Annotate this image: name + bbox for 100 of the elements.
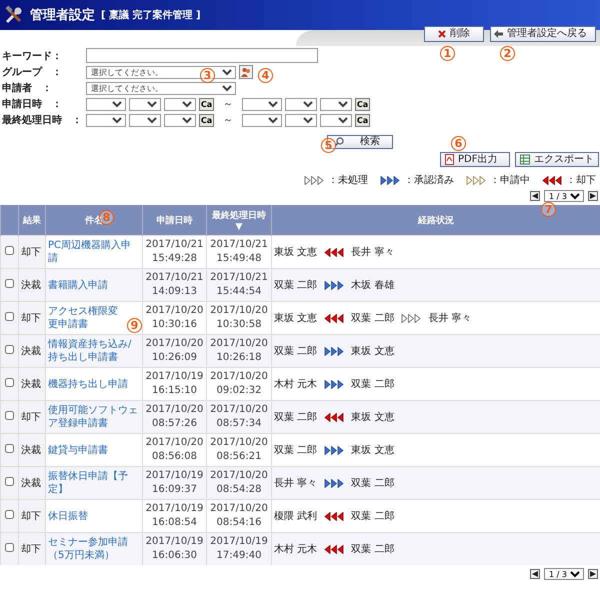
month-select[interactable]	[285, 114, 317, 126]
field-label: 申請者 ：	[2, 82, 53, 95]
field-label: 最終処理日時 ：	[2, 114, 83, 127]
table-cell: 却下	[18, 400, 46, 434]
table-cell: 2017/10/19 16:09:37	[142, 466, 206, 500]
page-subtitle: [ 稟議 完了案件管理 ]	[101, 8, 201, 22]
table-cell: 却下	[18, 236, 46, 268]
year-select[interactable]	[242, 98, 282, 110]
table-cell: 2017/10/20 10:26:18	[206, 334, 272, 368]
next-page-button[interactable]	[588, 191, 598, 201]
table-cell: 2017/10/20 08:54:28	[206, 466, 272, 500]
approver-name: 双葉 二郎	[274, 344, 318, 358]
month-select[interactable]	[285, 98, 317, 110]
row-checkbox[interactable]	[5, 510, 14, 519]
legend-label: ：申請中	[490, 174, 530, 187]
approver-name: 双葉 二郎	[351, 510, 394, 523]
day-select[interactable]	[164, 98, 196, 110]
month-select[interactable]	[129, 114, 161, 126]
row-checkbox[interactable]	[5, 477, 14, 486]
range-separator: ～	[222, 98, 234, 111]
header-cell: 申請日時	[142, 205, 206, 236]
field-label: グループ ：	[2, 65, 63, 79]
approver-name: 木坂 春雄	[351, 278, 394, 292]
month-select[interactable]	[129, 98, 161, 110]
page-select[interactable]: 1 / 3	[544, 568, 584, 580]
year-select[interactable]	[86, 114, 126, 126]
tools-icon	[4, 5, 24, 25]
day-select[interactable]	[320, 98, 352, 110]
day-select[interactable]	[164, 114, 196, 126]
row-checkbox[interactable]	[5, 543, 14, 552]
calendar-button[interactable]: Ca	[355, 114, 370, 126]
field-label: キーワード：	[2, 50, 63, 62]
callout-number: 6	[451, 136, 466, 151]
approver-name: 双葉 二郎	[274, 444, 318, 457]
spreadsheet-icon	[520, 154, 530, 165]
approver-name: 東坂 文恵	[351, 410, 394, 424]
table-cell: 2017/10/20 10:26:09	[142, 334, 206, 368]
year-select[interactable]	[242, 114, 282, 126]
callout-number: 1	[440, 46, 455, 61]
subject-link[interactable]: 休日振替	[48, 510, 140, 522]
approver-name: 東坂 文恵	[274, 312, 318, 325]
row-checkbox[interactable]	[5, 345, 14, 354]
callout-number: 7	[541, 202, 556, 217]
callout-number: 2	[500, 46, 515, 61]
approver-name: 双葉 二郎	[351, 378, 394, 391]
subject-link[interactable]: アクセス権限変更申請書	[48, 305, 127, 331]
approver-name: 木村 元木	[274, 542, 318, 556]
table-cell: 2017/10/19 16:06:30	[142, 532, 206, 565]
approver-name: 双葉 二郎	[351, 476, 394, 490]
previous-page-button[interactable]	[530, 191, 540, 201]
keyword-field[interactable]	[86, 48, 318, 63]
subject-link[interactable]: 鍵貸与申請書	[48, 444, 140, 456]
table-cell: 2017/10/19 17:49:40	[206, 532, 272, 565]
table-cell: 決裁	[18, 368, 46, 400]
row-checkbox[interactable]	[5, 279, 14, 288]
table-cell: 2017/10/21 15:44:54	[206, 268, 272, 302]
row-checkbox[interactable]	[5, 411, 14, 420]
table-cell: 2017/10/20 08:57:26	[142, 400, 206, 434]
row-checkbox[interactable]	[5, 444, 14, 453]
approver-name: 長井 寧々	[428, 312, 472, 325]
row-checkbox[interactable]	[5, 246, 14, 255]
row-checkbox[interactable]	[5, 312, 14, 321]
subject-link[interactable]: PC周辺機器購入申請	[48, 239, 140, 265]
previous-page-button[interactable]	[530, 569, 540, 579]
table-cell: 決裁	[18, 466, 46, 500]
search-icon	[334, 137, 344, 147]
table-cell: 却下	[18, 500, 46, 532]
people-icon	[241, 67, 251, 77]
applicant-select[interactable]: 選択してください。	[86, 82, 236, 94]
approver-name: 双葉 二郎	[351, 542, 394, 556]
export-button[interactable]: エクスポート	[515, 152, 599, 167]
table-cell: 2017/10/20 08:57:34	[206, 400, 272, 434]
calendar-button[interactable]: Ca	[199, 114, 214, 126]
pdf-button[interactable]: PDF出力	[440, 152, 510, 167]
year-select[interactable]	[86, 98, 126, 110]
table-cell: 却下	[18, 302, 46, 334]
subject-link[interactable]: 機器持ち出し申請	[48, 378, 140, 390]
page-select[interactable]: 1 / 3	[544, 190, 584, 202]
legend-label: ：承認済み	[404, 174, 454, 187]
page-title: 管理者設定	[30, 6, 95, 24]
header-cell	[0, 205, 18, 236]
back-button[interactable]: 管理者設定へ戻る	[490, 26, 596, 42]
day-select[interactable]	[320, 114, 352, 126]
approver-name: 東坂 文恵	[351, 444, 394, 457]
group-picker-button[interactable]	[239, 65, 253, 79]
legend-label: ：未処理	[328, 174, 368, 187]
close-icon	[438, 30, 446, 38]
next-page-button[interactable]	[588, 569, 598, 579]
field-label: 申請日時 ：	[2, 98, 63, 111]
approver-name: 長井 寧々	[274, 476, 318, 490]
table-cell: 却下	[18, 532, 46, 565]
back-arrow-icon	[494, 30, 503, 38]
calendar-button[interactable]: Ca	[355, 98, 370, 110]
approver-name: 東坂 文恵	[351, 344, 394, 358]
table-cell: 決裁	[18, 268, 46, 302]
delete-button[interactable]: 削除	[424, 26, 484, 42]
approver-name: 榎隈 武利	[274, 510, 318, 523]
callout-number: 5	[321, 138, 336, 153]
row-checkbox[interactable]	[5, 378, 14, 387]
calendar-button[interactable]: Ca	[199, 98, 214, 110]
